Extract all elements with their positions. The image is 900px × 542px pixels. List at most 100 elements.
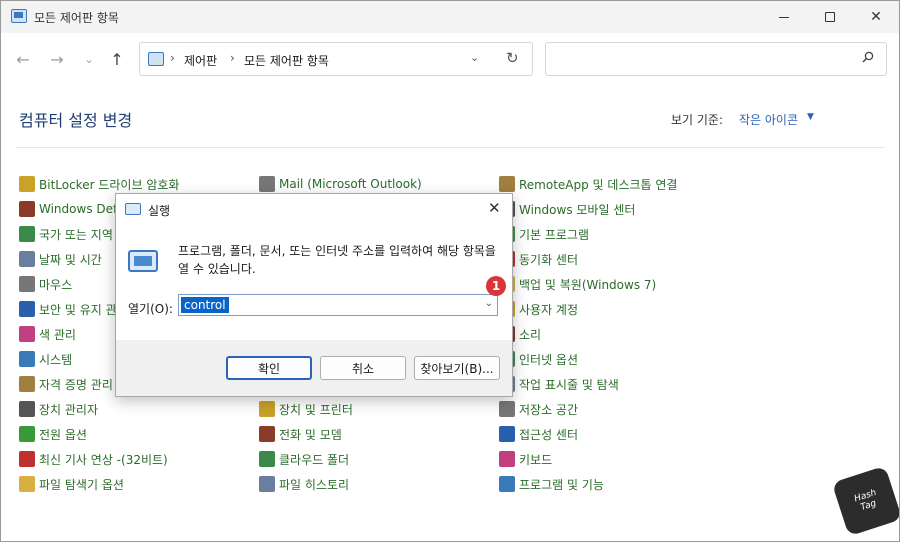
- item-label: Mail (Microsoft Outlook): [279, 177, 422, 191]
- control-panel-item[interactable]: 클라우드 폴더: [259, 449, 349, 469]
- cancel-button[interactable]: 취소: [320, 356, 406, 380]
- open-label: 열기(O):: [128, 302, 173, 316]
- run-program-icon: [128, 250, 158, 272]
- control-panel-item[interactable]: 백업 및 복원(Windows 7): [499, 274, 656, 294]
- control-panel-item[interactable]: 시스템: [19, 349, 72, 369]
- dialog-title-bar: 실행 ✕: [116, 194, 512, 224]
- item-icon: [19, 276, 35, 292]
- maximize-icon: [825, 12, 835, 22]
- item-icon: [19, 201, 35, 217]
- item-icon: [19, 226, 35, 242]
- divider: [15, 147, 885, 148]
- control-panel-item[interactable]: 색 관리: [19, 324, 76, 344]
- control-panel-item[interactable]: 날짜 및 시간: [19, 249, 102, 269]
- address-bar[interactable]: › 제어판 › 모든 제어판 항목 ⌄ ↻: [139, 42, 533, 76]
- control-panel-item[interactable]: 프로그램 및 기능: [499, 474, 604, 494]
- recent-locations-button[interactable]: ⌄: [77, 47, 101, 71]
- up-button[interactable]: ↑: [105, 47, 129, 71]
- item-label: 자격 증명 관리: [39, 377, 113, 392]
- ok-button[interactable]: 확인: [226, 356, 312, 380]
- maximize-button[interactable]: [807, 1, 853, 33]
- control-panel-icon: [11, 9, 27, 23]
- item-label: 파일 탐색기 옵션: [39, 477, 124, 492]
- control-panel-item[interactable]: 전화 및 모뎀: [259, 424, 342, 444]
- chevron-right-icon: ›: [170, 51, 175, 65]
- minimize-icon: [779, 16, 789, 18]
- dialog-description: 프로그램, 폴더, 문서, 또는 인터넷 주소를 입력하여 해당 항목을 열 수…: [178, 244, 496, 276]
- control-panel-item[interactable]: 파일 탐색기 옵션: [19, 474, 124, 494]
- close-button[interactable]: ✕: [853, 1, 899, 33]
- search-input[interactable]: [545, 42, 887, 76]
- chevron-down-icon[interactable]: ⌄: [470, 51, 479, 64]
- item-icon: [19, 326, 35, 342]
- back-button[interactable]: ←: [11, 47, 35, 71]
- minimize-button[interactable]: [761, 1, 807, 33]
- browse-button[interactable]: 찾아보기(B)...: [414, 356, 500, 380]
- control-panel-item[interactable]: 작업 표시줄 및 탐색: [499, 374, 619, 394]
- control-panel-item[interactable]: 키보드: [499, 449, 552, 469]
- forward-button[interactable]: →: [45, 47, 69, 71]
- item-label: 저장소 공간: [519, 402, 579, 417]
- control-panel-item[interactable]: 보안 및 유지 관: [19, 299, 117, 319]
- control-panel-item[interactable]: RemoteApp 및 데스크톱 연결: [499, 174, 677, 194]
- item-label: Windows Defe: [39, 202, 125, 216]
- item-label: 키보드: [519, 452, 553, 467]
- item-label: 전화 및 모뎀: [279, 427, 342, 442]
- breadcrumb-all-items[interactable]: 모든 제어판 항목: [244, 52, 329, 69]
- control-panel-item[interactable]: Mail (Microsoft Outlook): [259, 174, 422, 194]
- item-label: 장치 관리자: [39, 402, 99, 417]
- run-icon: [125, 203, 141, 215]
- control-panel-item[interactable]: 최신 기사 연상 -(32비트): [19, 449, 168, 469]
- item-label: 기본 프로그램: [519, 227, 590, 242]
- item-label: 소리: [519, 327, 542, 342]
- item-label: 백업 및 복원(Windows 7): [519, 277, 657, 292]
- control-panel-item[interactable]: 저장소 공간: [499, 399, 578, 419]
- refresh-icon[interactable]: ↻: [506, 49, 519, 67]
- item-icon: [499, 426, 515, 442]
- control-panel-item[interactable]: 자격 증명 관리: [19, 374, 113, 394]
- item-label: 시스템: [39, 352, 73, 367]
- dialog-close-icon[interactable]: ✕: [488, 199, 501, 217]
- chevron-right-icon: ›: [230, 51, 235, 65]
- item-icon: [19, 376, 35, 392]
- control-panel-item[interactable]: 장치 관리자: [19, 399, 98, 419]
- control-panel-item[interactable]: 접근성 센터: [499, 424, 578, 444]
- caret-down-icon[interactable]: ▼: [807, 112, 814, 122]
- dialog-body: 프로그램, 폴더, 문서, 또는 인터넷 주소를 입력하여 해당 항목을 열 수…: [116, 224, 512, 340]
- arrow-left-icon: ←: [16, 49, 30, 69]
- item-label: 보안 및 유지 관: [39, 302, 117, 317]
- item-icon: [19, 476, 35, 492]
- control-panel-window: 모든 제어판 항목 ✕ ← → ⌄ ↑ › 제어판 › 모든 제어판 항목 ⌄ …: [0, 0, 900, 542]
- item-label: 접근성 센터: [519, 427, 579, 442]
- dialog-title: 실행: [148, 204, 171, 218]
- chevron-down-icon: ⌄: [84, 52, 94, 66]
- control-panel-item[interactable]: 전원 옵션: [19, 424, 87, 444]
- control-panel-item[interactable]: Windows 모바일 센터: [499, 199, 635, 219]
- item-label: 전원 옵션: [39, 427, 87, 442]
- item-icon: [259, 176, 275, 192]
- control-panel-item[interactable]: 파일 히스토리: [259, 474, 349, 494]
- item-icon: [19, 301, 35, 317]
- chevron-down-icon[interactable]: ⌄: [485, 298, 493, 309]
- item-icon: [259, 401, 275, 417]
- arrow-up-icon: ↑: [110, 49, 124, 69]
- arrow-right-icon: →: [50, 49, 64, 69]
- item-icon: [499, 176, 515, 192]
- item-label: BitLocker 드라이브 암호화: [39, 177, 180, 192]
- control-panel-item[interactable]: 마우스: [19, 274, 72, 294]
- item-label: RemoteApp 및 데스크톱 연결: [519, 177, 678, 192]
- navigation-bar: ← → ⌄ ↑ › 제어판 › 모든 제어판 항목 ⌄ ↻: [1, 33, 899, 85]
- item-label: Windows 모바일 센터: [519, 202, 636, 217]
- item-label: 최신 기사 연상 -(32비트): [39, 452, 168, 467]
- item-icon: [19, 351, 35, 367]
- control-panel-item[interactable]: BitLocker 드라이브 암호화: [19, 174, 179, 194]
- title-bar: 모든 제어판 항목 ✕: [1, 1, 899, 33]
- control-panel-icon: [148, 52, 164, 66]
- view-by-dropdown[interactable]: 작은 아이콘: [739, 111, 798, 128]
- breadcrumb-control-panel[interactable]: 제어판: [184, 52, 217, 69]
- control-panel-item[interactable]: 국가 또는 지역: [19, 224, 113, 244]
- item-label: 장치 및 프린터: [279, 402, 353, 417]
- control-panel-item[interactable]: Windows Defe: [19, 199, 125, 219]
- control-panel-item[interactable]: 장치 및 프린터: [259, 399, 353, 419]
- open-input[interactable]: control ⌄: [178, 294, 498, 316]
